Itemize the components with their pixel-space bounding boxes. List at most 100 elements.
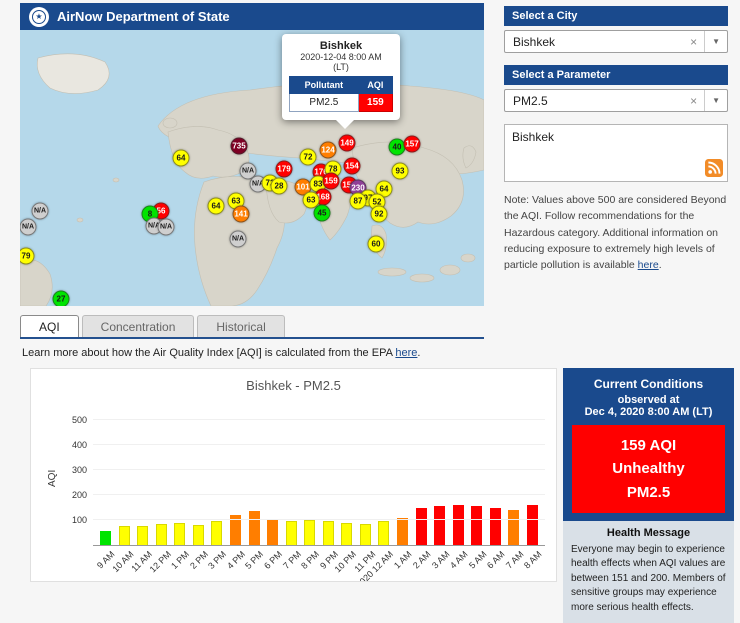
- city-clear-icon[interactable]: ×: [683, 35, 704, 49]
- learn-more-text: Learn more about how the Air Quality Ind…: [22, 347, 420, 359]
- x-tick-label: 3 PM: [207, 549, 229, 571]
- map-marker[interactable]: 64: [208, 198, 225, 215]
- chart-bar: [453, 505, 464, 545]
- map-marker[interactable]: 179: [276, 161, 293, 178]
- map-marker[interactable]: 72: [300, 149, 317, 166]
- popup-col-aqi: AQI: [358, 77, 392, 94]
- chart-bar: [211, 521, 222, 545]
- x-tick-label: 8 PM: [299, 549, 321, 571]
- map-marker[interactable]: 28: [271, 178, 288, 195]
- map-marker[interactable]: 45: [314, 205, 331, 222]
- note-suffix: .: [659, 259, 662, 271]
- popup-timezone: (LT): [289, 62, 393, 72]
- sidebar-spacer: [504, 53, 728, 65]
- chart-bar-group: 1 PM: [174, 523, 185, 546]
- x-tick-label: 6 PM: [262, 549, 284, 571]
- learn-more-prefix: Learn more about how the Air Quality Ind…: [22, 347, 395, 359]
- chart-bar-group: 9 PM: [323, 521, 334, 545]
- x-tick-label: 2 PM: [188, 549, 210, 571]
- tab-aqi[interactable]: AQI: [20, 315, 79, 337]
- chart-bar: [378, 521, 389, 545]
- map-marker[interactable]: N/A: [158, 219, 175, 236]
- map-marker[interactable]: 154: [344, 158, 361, 175]
- sidebar: Select a City Bishkek × ▼ Select a Param…: [504, 6, 728, 273]
- gridline: [93, 444, 545, 445]
- gridline: [93, 469, 545, 470]
- city-select[interactable]: Bishkek × ▼: [504, 30, 728, 53]
- chart-bar-group: 04, 2020 12 AM: [378, 521, 389, 545]
- city-dropdown-icon[interactable]: ▼: [704, 31, 727, 52]
- x-tick-label: 6 AM: [485, 549, 507, 571]
- popup-col-pollutant: Pollutant: [290, 77, 359, 94]
- map-marker[interactable]: 93: [392, 163, 409, 180]
- chart-bar-group: 2 AM: [416, 508, 427, 546]
- learn-more-suffix: .: [417, 347, 420, 359]
- observed-at-label: observed at: [563, 394, 734, 406]
- parameter-select[interactable]: PM2.5 × ▼: [504, 89, 728, 112]
- x-tick-label: 4 AM: [448, 549, 470, 571]
- map-marker[interactable]: 124: [320, 142, 337, 159]
- tab-concentration[interactable]: Concentration: [82, 315, 195, 337]
- chart-bar-group: 8 PM: [304, 520, 315, 545]
- aqi-world-map[interactable]: 64735N/A17972124149401579317678154N/A722…: [20, 30, 484, 306]
- chart-bar: [416, 508, 427, 546]
- chart-bar-group: 7 PM: [286, 521, 297, 545]
- chart-bar-group: 5 PM: [249, 511, 260, 545]
- chart-bar: [341, 523, 352, 546]
- chart-bar: [434, 506, 445, 545]
- current-aqi-category: Unhealthy: [576, 457, 721, 480]
- tab-historical[interactable]: Historical: [197, 315, 284, 337]
- parameter-clear-icon[interactable]: ×: [683, 94, 704, 108]
- x-tick-label: 7 AM: [504, 549, 526, 571]
- chart-bar: [267, 519, 278, 545]
- map-marker[interactable]: 27: [53, 291, 70, 307]
- map-marker[interactable]: 159: [323, 173, 340, 190]
- map-marker[interactable]: 87: [350, 193, 367, 210]
- popup-table: Pollutant AQI PM2.5 159: [289, 76, 393, 112]
- map-marker[interactable]: 79: [20, 248, 35, 265]
- chart-bar: [286, 521, 297, 545]
- map-marker[interactable]: 92: [371, 206, 388, 223]
- map-marker[interactable]: 735: [231, 138, 248, 155]
- map-marker[interactable]: 141: [233, 206, 250, 223]
- map-marker[interactable]: 64: [173, 150, 190, 167]
- x-tick-label: 1 PM: [169, 549, 191, 571]
- x-tick-label: 3 AM: [430, 549, 452, 571]
- map-marker[interactable]: N/A: [20, 219, 37, 236]
- x-tick-label: 7 PM: [281, 549, 303, 571]
- rss-city-text: Bishkek: [512, 130, 554, 144]
- chart-bar-group: 3 PM: [211, 521, 222, 545]
- y-tick-label: 400: [72, 440, 93, 450]
- chart-bar: [304, 520, 315, 545]
- map-marker[interactable]: N/A: [32, 203, 49, 220]
- current-aqi-box: 159 AQI Unhealthy PM2.5: [572, 425, 725, 513]
- map-marker[interactable]: 60: [368, 236, 385, 253]
- map-popup: Bishkek 2020-12-04 8:00 AM (LT) Pollutan…: [282, 34, 400, 120]
- app-title: AirNow Department of State: [57, 9, 230, 24]
- x-tick-label: 10 AM: [111, 549, 136, 574]
- learn-more-link[interactable]: here: [395, 347, 417, 359]
- popup-aqi-value: 159: [358, 94, 392, 112]
- current-conditions-panel: Current Conditions observed at Dec 4, 20…: [563, 368, 734, 582]
- chart-bar: [397, 518, 408, 546]
- x-tick-label: 8 AM: [522, 549, 544, 571]
- chart-bar: [323, 521, 334, 545]
- chart-bar: [490, 508, 501, 546]
- chart-bar-group: 8 AM: [527, 505, 538, 545]
- select-parameter-header: Select a Parameter: [504, 65, 728, 85]
- tab-bar: AQI Concentration Historical: [20, 315, 484, 339]
- chart-bar: [119, 526, 130, 545]
- gridline: [93, 519, 545, 520]
- popup-datetime: 2020-12-04 8:00 AM: [289, 52, 393, 62]
- current-aqi-pollutant: PM2.5: [576, 481, 721, 504]
- chart-bar-group: 6 AM: [490, 508, 501, 546]
- map-markers: 64735N/A17972124149401579317678154N/A722…: [20, 30, 484, 306]
- note-link[interactable]: here: [638, 259, 659, 271]
- chart-bar-group: 1 AM: [397, 518, 408, 546]
- app-header: ★ AirNow Department of State: [20, 3, 484, 30]
- map-marker[interactable]: 157: [404, 136, 421, 153]
- parameter-dropdown-icon[interactable]: ▼: [704, 90, 727, 111]
- rss-icon[interactable]: [705, 159, 723, 177]
- map-marker[interactable]: N/A: [230, 231, 247, 248]
- chart-bar-group: 11 PM: [360, 524, 371, 545]
